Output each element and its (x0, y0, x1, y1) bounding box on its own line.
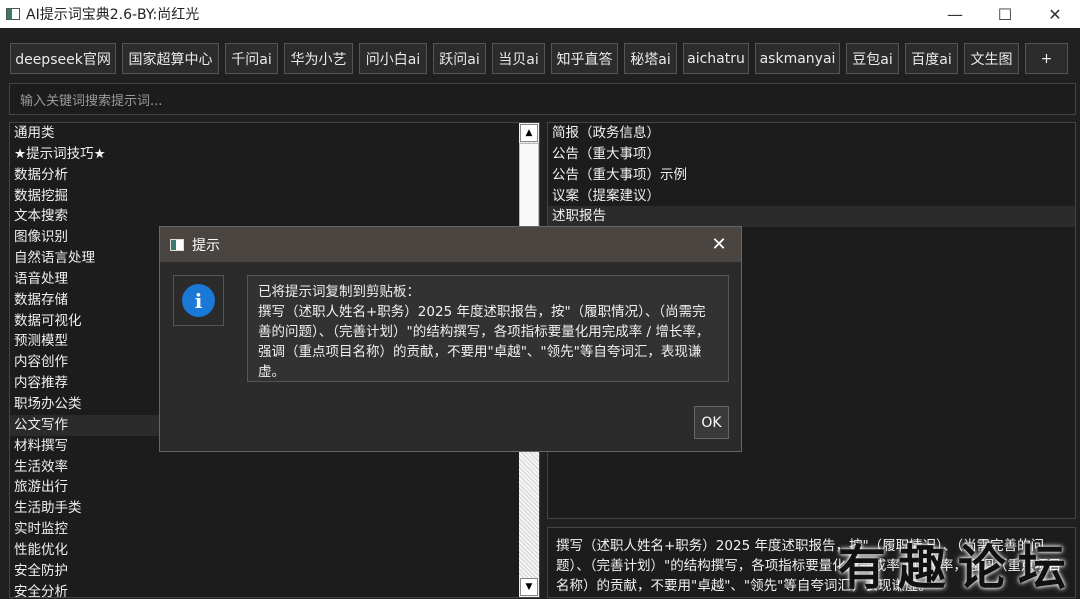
search-input[interactable]: 输入关键词搜索提示词... (9, 83, 1076, 115)
category-item[interactable]: 数据分析 (10, 165, 520, 186)
dialog-message-header: 已将提示词复制到剪贴板： (258, 284, 420, 300)
category-item[interactable]: 文本搜索 (10, 206, 520, 227)
supercomputing-center-button[interactable]: 国家超算中心 (122, 43, 219, 74)
info-icon-box: i (173, 275, 224, 326)
dialog-message-body: 撰写（述职人姓名+职务）2025 年度述职报告，按"（履职情况）、（尚需完善的问… (258, 304, 710, 380)
close-icon: ✕ (711, 234, 727, 255)
watermark: 有趣论坛 (838, 539, 1079, 596)
close-button[interactable]: ✕ (1030, 0, 1080, 28)
doubao-button[interactable]: 豆包ai (846, 43, 899, 74)
info-icon: i (182, 284, 215, 317)
title-bar: AI提示词宝典2.6-BY:尚红光 — ☐ ✕ (0, 0, 1080, 28)
ok-button[interactable]: OK (694, 406, 729, 439)
scroll-down-icon[interactable]: ▼ (520, 578, 538, 596)
prompt-items: 简报（政务信息） 公告（重大事项） 公告（重大事项）示例 议案（提案建议） 述职报告 (548, 123, 1075, 228)
prompt-item[interactable]: 公告（重大事项） (548, 144, 1075, 165)
info-dialog: 提示 ✕ i 已将提示词复制到剪贴板： 撰写（述职人姓名+职务）2025 年度述… (159, 226, 742, 452)
baidu-button[interactable]: 百度ai (905, 43, 958, 74)
maximize-icon: ☐ (997, 4, 1013, 24)
huawei-xiaoyi-button[interactable]: 华为小艺 (284, 43, 353, 74)
askmanyai-button[interactable]: askmanyai (755, 43, 840, 74)
dangbei-button[interactable]: 当贝ai (492, 43, 545, 74)
deepseek-button[interactable]: deepseek官网 (10, 43, 116, 74)
minimize-button[interactable]: — (930, 0, 980, 28)
category-item[interactable]: 安全防护 (10, 561, 520, 582)
category-item[interactable]: 实时监控 (10, 519, 520, 540)
yuewen-button[interactable]: 跃问ai (433, 43, 486, 74)
app-icon (6, 8, 20, 20)
prompt-item[interactable]: 公告（重大事项）示例 (548, 165, 1075, 186)
prompt-item[interactable]: 述职报告 (548, 206, 1075, 228)
prompt-item[interactable]: 议案（提案建议） (548, 186, 1075, 207)
aichatru-button[interactable]: aichatru (683, 43, 749, 74)
category-item[interactable]: 生活效率 (10, 457, 520, 478)
close-icon: ✕ (1048, 4, 1062, 24)
ai-site-toolbar: deepseek官网 国家超算中心 千问ai 华为小艺 问小白ai 跃问ai 当… (10, 43, 1068, 74)
dialog-message: 已将提示词复制到剪贴板： 撰写（述职人姓名+职务）2025 年度述职报告，按"（… (247, 275, 729, 382)
category-item[interactable]: 性能优化 (10, 540, 520, 561)
maximize-button[interactable]: ☐ (980, 0, 1030, 28)
minimize-icon: — (947, 4, 963, 24)
prompt-item[interactable]: 简报（政务信息） (548, 123, 1075, 144)
window-title: AI提示词宝典2.6-BY:尚红光 (26, 7, 200, 23)
category-item[interactable]: ★提示词技巧★ (10, 144, 520, 165)
zhihu-zhida-button[interactable]: 知乎直答 (551, 43, 618, 74)
category-item[interactable]: 通用类 (10, 123, 520, 144)
qianwen-button[interactable]: 千问ai (225, 43, 278, 74)
dialog-title-bar: 提示 ✕ (160, 227, 741, 262)
dialog-title: 提示 (192, 237, 220, 254)
category-item[interactable]: 生活助手类 (10, 498, 520, 519)
dialog-close-button[interactable]: ✕ (697, 227, 741, 262)
wenxiaobai-button[interactable]: 问小白ai (359, 43, 427, 74)
dialog-app-icon (170, 238, 184, 251)
category-item[interactable]: 数据挖掘 (10, 186, 520, 207)
scroll-up-icon[interactable]: ▲ (520, 124, 538, 142)
mita-button[interactable]: 秘塔ai (624, 43, 677, 74)
category-item[interactable]: 安全分析 (10, 582, 520, 597)
window-controls: — ☐ ✕ (930, 0, 1080, 28)
text-to-image-button[interactable]: 文生图 (964, 43, 1019, 74)
category-item[interactable]: 旅游出行 (10, 477, 520, 498)
add-button[interactable]: + (1025, 43, 1068, 74)
